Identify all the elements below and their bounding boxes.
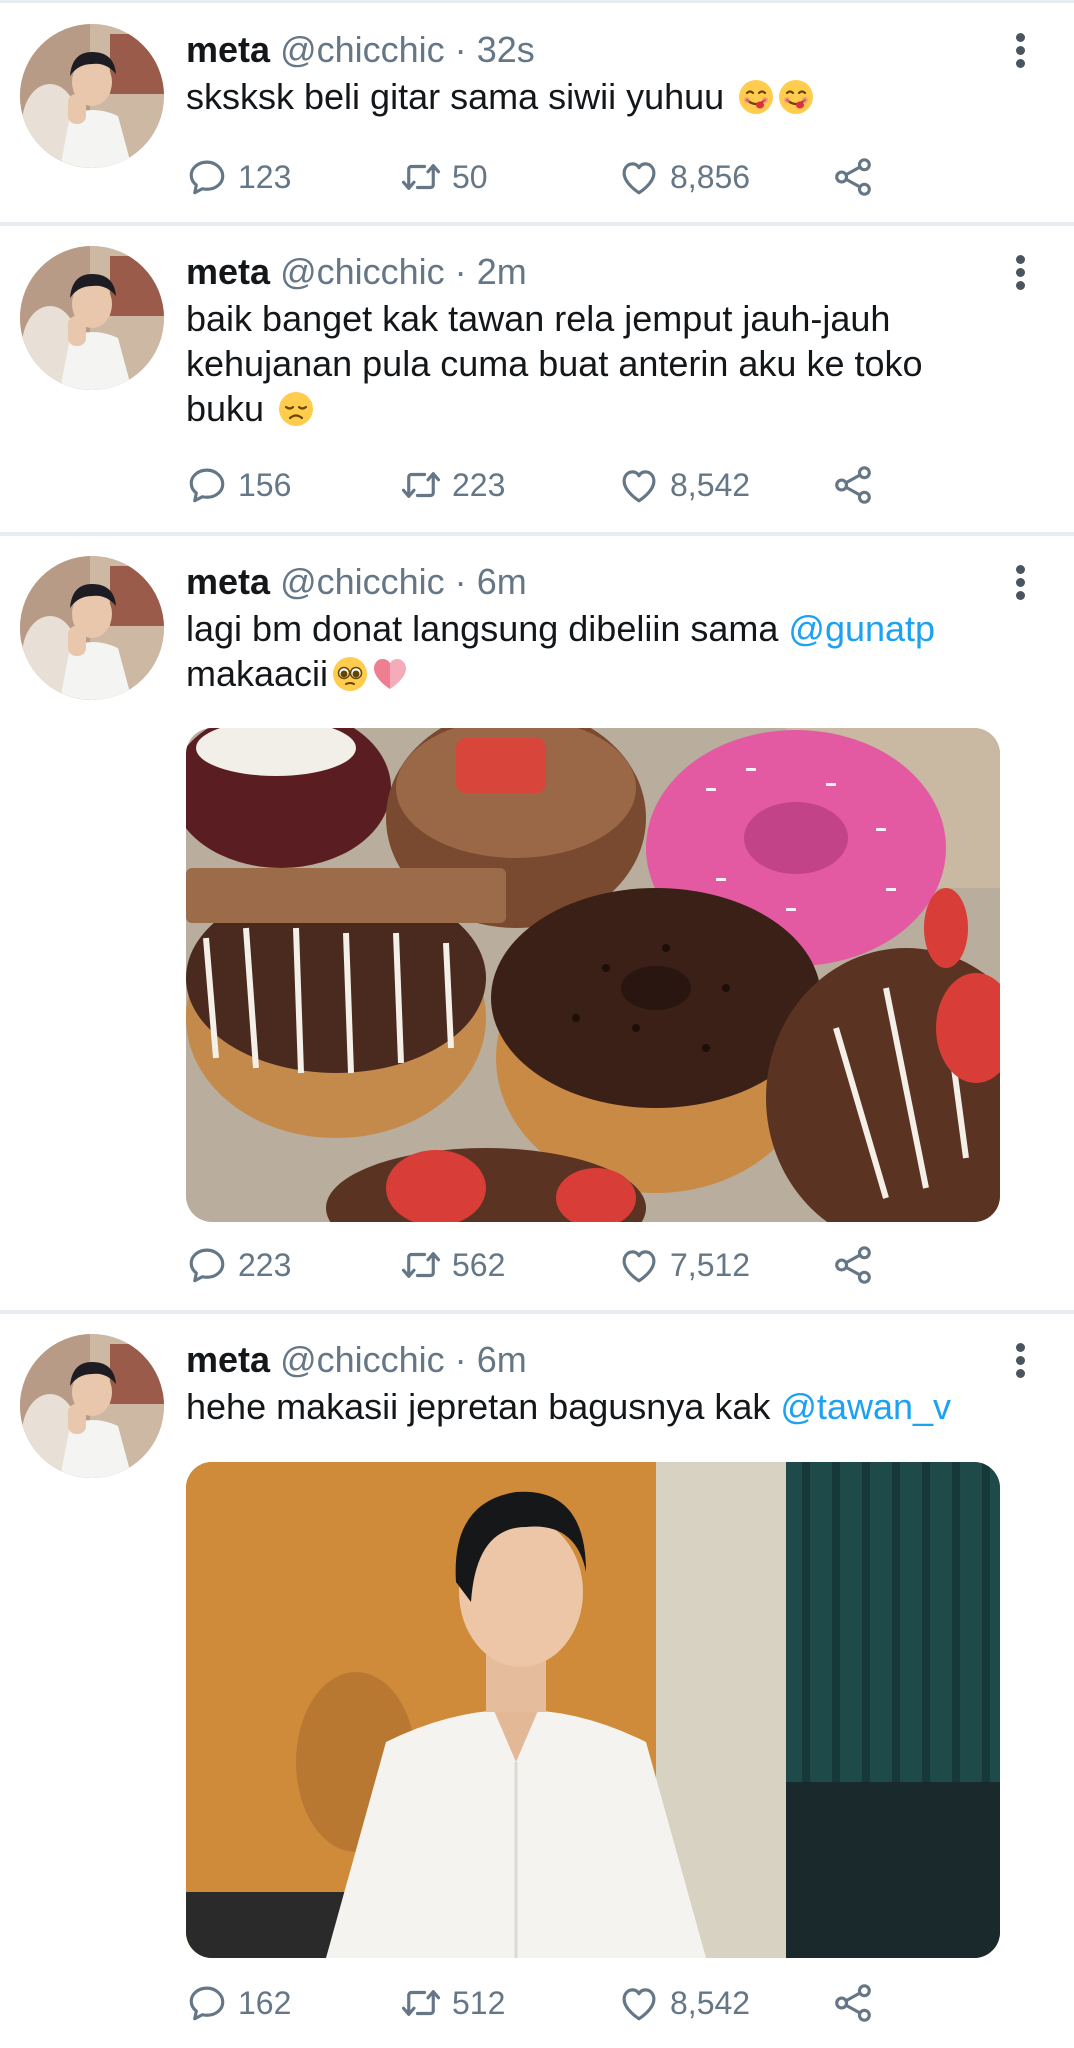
donuts-photo-image <box>186 728 1000 1222</box>
reply-count: 156 <box>238 466 292 503</box>
mention-link[interactable]: @tawan_v <box>780 1386 951 1427</box>
reply-button[interactable]: 223 <box>186 1242 291 1288</box>
retweet-icon <box>400 156 442 198</box>
retweet-icon <box>400 1244 442 1286</box>
like-icon <box>618 1244 660 1286</box>
tweet-2[interactable]: meta @chicchic · 2m baik banget kak tawa… <box>0 226 1074 532</box>
like-count: 8,542 <box>670 466 751 503</box>
display-name[interactable]: meta <box>186 561 270 602</box>
more-icon[interactable] <box>1008 562 1032 602</box>
reply-count: 162 <box>238 1984 292 2021</box>
like-count: 8,542 <box>670 1984 751 2021</box>
retweet-count: 223 <box>452 466 506 503</box>
reply-icon <box>186 156 228 198</box>
like-button[interactable]: 8,856 <box>618 154 750 200</box>
tweet-text: hehe makasii jepretan bagusnya kak @tawa… <box>186 1384 1046 1429</box>
user-handle[interactable]: @chicchic <box>280 561 445 602</box>
display-name[interactable]: meta <box>186 29 270 70</box>
timestamp[interactable]: 2m <box>477 251 527 292</box>
like-count: 7,512 <box>670 1246 751 1283</box>
retweet-count: 512 <box>452 1984 506 2021</box>
timestamp[interactable]: 32s <box>477 29 535 70</box>
reply-button[interactable]: 156 <box>186 462 291 508</box>
share-icon <box>832 464 874 506</box>
like-button[interactable]: 8,542 <box>618 462 750 508</box>
tweet-body-continued: makaacii <box>186 653 329 694</box>
like-count: 8,856 <box>670 158 751 195</box>
share-button[interactable] <box>832 462 874 508</box>
time-separator: · <box>454 29 467 70</box>
like-button[interactable]: 7,512 <box>618 1242 750 1288</box>
tweet-header: meta @chicchic · 32s <box>186 28 535 72</box>
timestamp[interactable]: 6m <box>477 561 527 602</box>
share-button[interactable] <box>832 1980 874 2026</box>
display-name[interactable]: meta <box>186 1339 270 1380</box>
yum-face-emoji-icon <box>778 79 814 115</box>
tweet-actions: 123 50 8,856 <box>186 154 906 200</box>
time-separator: · <box>454 1339 467 1380</box>
avatar[interactable] <box>20 246 164 390</box>
tweet-body: sksksk beli gitar sama siwii yuhuu <box>186 76 725 117</box>
yum-face-emoji-icon <box>738 79 774 115</box>
avatar[interactable] <box>20 1334 164 1478</box>
share-icon <box>832 1244 874 1286</box>
retweet-count: 50 <box>452 158 488 195</box>
share-button[interactable] <box>832 1242 874 1288</box>
pink-heart-emoji-icon <box>372 656 408 692</box>
like-icon <box>618 156 660 198</box>
time-separator: · <box>454 251 467 292</box>
share-icon <box>832 1982 874 2024</box>
tweet-text: sksksk beli gitar sama siwii yuhuu <box>186 74 1006 119</box>
retweet-button[interactable]: 562 <box>400 1242 505 1288</box>
tweet-header: meta @chicchic · 6m <box>186 1338 527 1382</box>
reply-button[interactable]: 162 <box>186 1980 291 2026</box>
retweet-count: 562 <box>452 1246 506 1283</box>
portrait-photo[interactable] <box>186 1462 1000 1958</box>
retweet-button[interactable]: 223 <box>400 462 505 508</box>
user-handle[interactable]: @chicchic <box>280 1339 445 1380</box>
tweet-text: baik banget kak tawan rela jemput jauh-j… <box>186 296 986 431</box>
tweet-body: lagi bm donat langsung dibeliin sama <box>186 608 779 649</box>
tweet-actions: 156 223 8,542 <box>186 462 906 508</box>
tweet-body: hehe makasii jepretan bagusnya kak <box>186 1386 771 1427</box>
more-icon[interactable] <box>1008 1340 1032 1380</box>
donuts-photo[interactable] <box>186 728 1000 1222</box>
pleading-face-emoji-icon <box>332 656 368 692</box>
retweet-button[interactable]: 50 <box>400 154 488 200</box>
tweet-1[interactable]: meta @chicchic · 32s sksksk beli gitar s… <box>0 0 1074 222</box>
retweet-icon <box>400 1982 442 2024</box>
share-button[interactable] <box>832 154 874 200</box>
like-button[interactable]: 8,542 <box>618 1980 750 2026</box>
portrait-photo-image <box>186 1462 1000 1958</box>
like-icon <box>618 1982 660 2024</box>
reply-icon <box>186 1982 228 2024</box>
share-icon <box>832 156 874 198</box>
tweet-actions: 162 512 8,542 <box>186 1980 906 2026</box>
reply-button[interactable]: 123 <box>186 154 291 200</box>
tweet-text: lagi bm donat langsung dibeliin sama @gu… <box>186 606 1006 696</box>
disappointed-face-emoji-icon <box>278 391 314 427</box>
more-icon[interactable] <box>1008 252 1032 292</box>
tweet-actions: 223 562 7,512 <box>186 1242 906 1288</box>
reply-icon <box>186 1244 228 1286</box>
retweet-button[interactable]: 512 <box>400 1980 505 2026</box>
mention-link[interactable]: @gunatp <box>788 608 935 649</box>
tweet-4[interactable]: meta @chicchic · 6m hehe makasii jepreta… <box>0 1314 1074 2048</box>
retweet-icon <box>400 464 442 506</box>
tweet-header: meta @chicchic · 2m <box>186 250 527 294</box>
user-handle[interactable]: @chicchic <box>280 251 445 292</box>
reply-count: 223 <box>238 1246 292 1283</box>
time-separator: · <box>454 561 467 602</box>
reply-count: 123 <box>238 158 292 195</box>
more-icon[interactable] <box>1008 30 1032 70</box>
display-name[interactable]: meta <box>186 251 270 292</box>
avatar[interactable] <box>20 556 164 700</box>
tweet-header: meta @chicchic · 6m <box>186 560 527 604</box>
avatar[interactable] <box>20 24 164 168</box>
reply-icon <box>186 464 228 506</box>
timestamp[interactable]: 6m <box>477 1339 527 1380</box>
tweet-3[interactable]: meta @chicchic · 6m lagi bm donat langsu… <box>0 536 1074 1310</box>
like-icon <box>618 464 660 506</box>
user-handle[interactable]: @chicchic <box>280 29 445 70</box>
